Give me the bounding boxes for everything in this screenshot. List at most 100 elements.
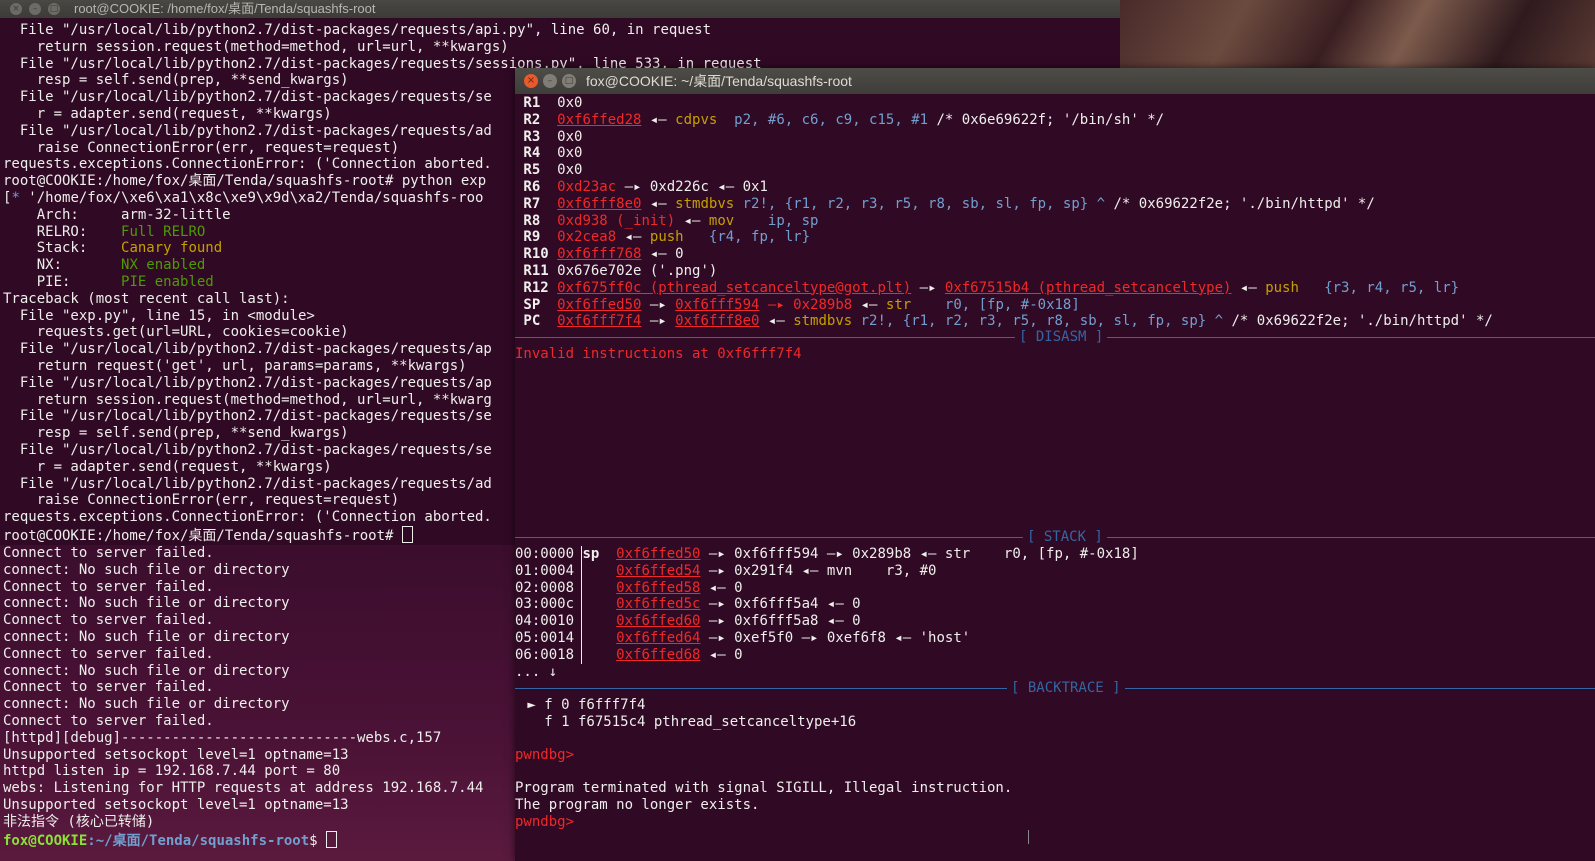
register-name: R11 <box>515 262 558 279</box>
instruction-comment: /* 0x69622f2e; './bin/httpd' */ <box>1105 195 1375 212</box>
checksec-key: PIE: <box>3 273 122 290</box>
terminal-text: requests.get(url=URL, cookies=cookie) <box>3 324 349 341</box>
maximize-icon[interactable]: □ <box>48 3 60 15</box>
minimize-icon[interactable]: – <box>543 74 557 88</box>
stack-offset: 03:000c <box>515 596 583 613</box>
prompt-user: fox@COOKIE <box>3 832 88 849</box>
chain-arrow: ◂— <box>1231 279 1266 296</box>
maximize-icon[interactable]: □ <box>562 74 576 88</box>
terminal-line: Connect to server failed. <box>3 545 483 562</box>
terminal-text: Connect to server failed. <box>3 679 214 696</box>
terminal-cursor <box>401 525 413 543</box>
terminal-text: File "/usr/local/lib/python2.7/dist-pack… <box>3 341 492 358</box>
register-row: R11 0x676e702e ('.png') <box>515 263 1493 280</box>
close-icon[interactable]: × <box>524 74 538 88</box>
terminal-text: resp = self.send(prep, **send_kwargs) <box>3 72 349 89</box>
terminal-text: requests.exceptions.ConnectionError: ('C… <box>3 156 492 173</box>
register-value: 0x0 <box>557 128 583 145</box>
stack-address: 0xf6ffed64 <box>616 629 701 646</box>
checksec-value: NX enabled <box>121 257 206 274</box>
pointer-chain: —▸ 0xd226c ◂— 0x1 <box>616 178 768 195</box>
chain-arrow: ◂— <box>675 212 709 229</box>
instruction-args: r2!, {r1, r2, r3, r5, r8, sb, sl, fp, sp… <box>734 195 1106 212</box>
instruction-mnemonic: stmdbvs <box>793 313 853 330</box>
terminal-text: connect: No such file or directory <box>3 561 290 578</box>
register-row: R9 0x2cea8 ◂— push {r4, fp, lr} <box>515 229 1493 246</box>
checksec-key: Stack: <box>3 240 122 257</box>
instruction-comment: /* 0x6e69622f; '/bin/sh' */ <box>928 111 1165 128</box>
terminal-line: Unsupported setsockopt level=1 optname=1… <box>3 747 483 764</box>
terminal-text: webs: Listening for HTTP requests at add… <box>3 780 484 797</box>
register-name: R6 <box>515 178 558 195</box>
terminal-line: connect: No such file or directory <box>3 663 483 680</box>
terminal-text: raise ConnectionError(err, request=reque… <box>3 492 400 509</box>
instruction-args: r0, [fp, #-0x18] <box>911 296 1080 313</box>
disasm-label: [ DISASM ] <box>1015 329 1108 346</box>
chain-arrow: —▸ <box>641 296 676 313</box>
register-name: R12 <box>515 279 558 296</box>
stack-label: [ STACK ] <box>1023 529 1107 546</box>
register-value: 0x0 <box>557 95 583 111</box>
terminal-text: return session.request(method=method, ur… <box>3 391 492 408</box>
register-row: R3 0x0 <box>515 129 1493 146</box>
chain-arrow: ◂— <box>759 313 794 330</box>
titlebar[interactable]: × – □ fox@COOKIE: ~/桌面/Tenda/squashfs-ro… <box>515 68 1595 94</box>
chain-arrow: ◂— <box>852 296 886 313</box>
termination-message: Program terminated with signal SIGILL, I… <box>515 780 1013 796</box>
window-title: fox@COOKIE: ~/桌面/Tenda/squashfs-root <box>586 73 852 89</box>
disasm-error: Invalid instructions at 0xf6fff7f4 <box>515 346 802 362</box>
instruction-args: {r4, fp, lr} <box>683 229 811 246</box>
terminal-line: Connect to server failed. <box>3 579 483 596</box>
register-row: R4 0x0 <box>515 145 1493 162</box>
terminal-text: 非法指令 (核心已转储) <box>3 813 155 830</box>
terminal-text: Connect to server failed. <box>3 712 214 729</box>
instruction-mnemonic: str <box>885 296 912 313</box>
terminal-line: File "/usr/local/lib/python2.7/dist-pack… <box>3 22 762 39</box>
terminal-line: Connect to server failed. <box>3 612 483 629</box>
httpd-terminal-output[interactable]: Connect to server failed. connect: No suc… <box>3 545 483 849</box>
terminal-line: Unsupported setsockopt level=1 optname=1… <box>3 797 483 814</box>
checksec-key: NX: <box>3 257 122 274</box>
instruction-mnemonic: stmdbvs <box>675 195 735 212</box>
no-longer-exists-message: The program no longer exists. <box>515 797 760 813</box>
register-value: 0x676e702e ('.png') <box>557 262 718 279</box>
instruction-args: p2, #6, c6, c9, c15, #1 <box>717 111 929 128</box>
terminal-line: httpd listen ip = 192.168.7.44 port = 80 <box>3 763 483 780</box>
register-row: SP 0xf6ffed50 —▸ 0xf6fff594 —▸ 0x289b8 ◂… <box>515 297 1493 314</box>
terminal-line: [httpd][debug]--------------------------… <box>3 730 483 747</box>
register-name: R1 <box>515 95 558 111</box>
instruction-args: r2!, {r1, r2, r3, r5, r8, sb, sl, fp, sp… <box>852 313 1224 330</box>
stack-address: 0xf6ffed68 <box>616 646 701 663</box>
stack-value: —▸ 0xf6fff5a8 ◂— 0 <box>700 613 861 630</box>
register-row: R2 0xf6ffed28 ◂— cdpvs p2, #6, c6, c9, c… <box>515 112 1493 129</box>
pwndbg-prompt-2[interactable]: pwndbg> <box>515 814 574 831</box>
chain-arrow: —▸ <box>911 279 945 296</box>
checksec-value: Canary found <box>121 240 223 257</box>
stack-offset: 01:0004 <box>515 562 583 579</box>
stack-register <box>582 630 616 646</box>
register-value: 0xf6ffed50 <box>557 296 642 313</box>
stack-offset: 06:0018 <box>515 646 583 663</box>
backtrace-label: [ BACKTRACE ] <box>1007 680 1125 697</box>
terminal-text: return session.request(method=method, ur… <box>3 38 509 55</box>
minimize-icon[interactable]: – <box>29 3 41 15</box>
terminal-text: root@COOKIE:/home/fox/桌面/Tenda/squashfs-… <box>3 527 402 544</box>
chain-arrow: ◂— <box>616 229 650 246</box>
register-row: R7 0xf6fff8e0 ◂— stmdbvs r2!, {r1, r2, r… <box>515 196 1493 213</box>
stack-register <box>582 563 616 579</box>
stack-register <box>582 613 616 629</box>
terminal-window-pwndbg[interactable]: × – □ fox@COOKIE: ~/桌面/Tenda/squashfs-ro… <box>515 68 1595 861</box>
terminal-text: File "/usr/local/lib/python2.7/dist-pack… <box>3 441 492 458</box>
terminal-line: 非法指令 (核心已转储) <box>3 814 483 831</box>
stack-value: ◂— 0 <box>700 646 743 663</box>
window-title: root@COOKIE: /home/fox/桌面/Tenda/squashfs… <box>74 1 376 16</box>
register-name: R7 <box>515 195 558 212</box>
register-name: R4 <box>515 145 558 162</box>
instruction-mnemonic: push <box>1265 279 1299 296</box>
stack-row: 01:0004 0xf6ffed54 —▸ 0x291f4 ◂— mvn r3,… <box>515 563 1139 580</box>
terminal-text: requests.exceptions.ConnectionError: ('C… <box>3 509 492 526</box>
close-icon[interactable]: × <box>10 3 22 15</box>
checksec-value: arm-32-little <box>121 206 231 223</box>
titlebar[interactable]: × – □ root@COOKIE: /home/fox/桌面/Tenda/sq… <box>0 0 1120 18</box>
register-value: 0xd23ac <box>557 178 617 195</box>
